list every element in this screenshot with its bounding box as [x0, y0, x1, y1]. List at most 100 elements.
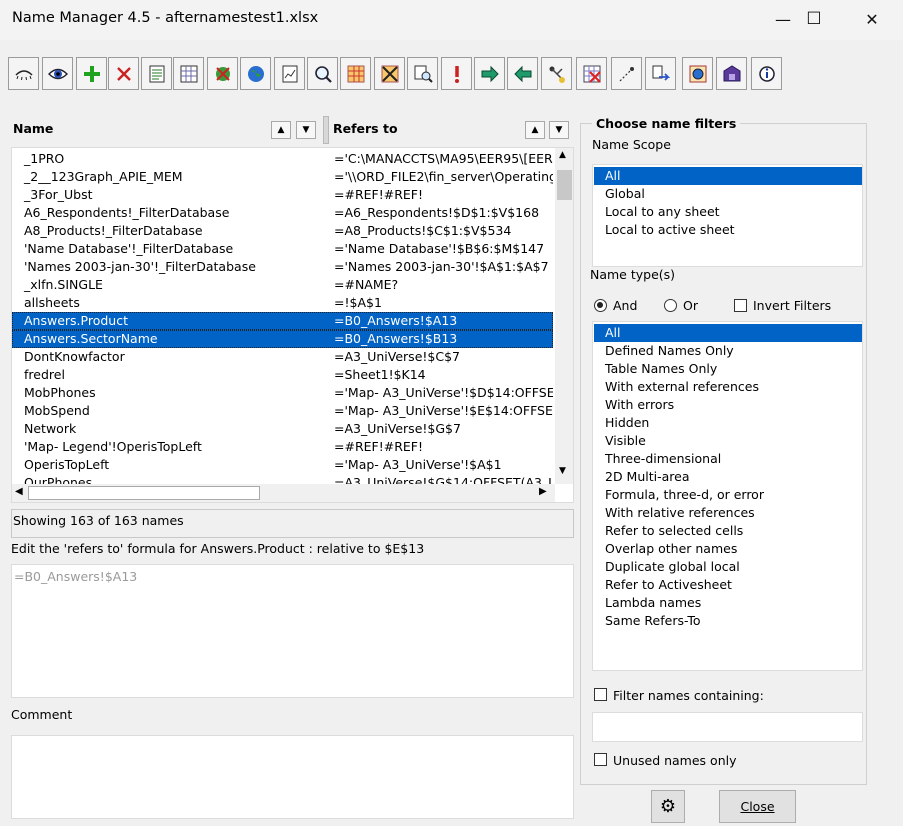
- filter-names-input[interactable]: [592, 712, 863, 742]
- scroll-right-icon[interactable]: ▶: [539, 486, 547, 497]
- add-name-button[interactable]: [76, 57, 107, 90]
- refers-cell: =B0_Answers!$A13: [334, 313, 458, 328]
- trace-button[interactable]: [541, 57, 572, 90]
- sort-refers-ascending-button[interactable]: ▲: [525, 121, 545, 139]
- list-item[interactable]: Local to active sheet: [594, 221, 862, 239]
- list-item[interactable]: Global: [594, 185, 862, 203]
- table-names-button[interactable]: [340, 57, 371, 90]
- or-radio[interactable]: [664, 299, 677, 312]
- column-splitter[interactable]: [323, 116, 329, 144]
- delete-table-button[interactable]: [374, 57, 405, 90]
- vertical-scrollbar[interactable]: ▲ ▼: [555, 148, 573, 484]
- table-row[interactable]: 'Name Database'!_FilterDatabase ='Name Da…: [12, 240, 553, 258]
- list-item[interactable]: Lambda names: [594, 594, 862, 612]
- sort-refers-descending-button[interactable]: ▼: [549, 121, 569, 139]
- show-names-button[interactable]: [42, 57, 73, 90]
- close-button[interactable]: Close: [719, 790, 796, 823]
- names-list[interactable]: _1PRO ='C:\MANACCTS\MA95\EER95\[EER95 _2__…: [12, 150, 553, 484]
- list-item[interactable]: Duplicate global local: [594, 558, 862, 576]
- previous-button[interactable]: [507, 57, 538, 90]
- table-row[interactable]: allsheets =!$A$1: [12, 294, 553, 312]
- list-names-icon: [149, 65, 164, 82]
- table-row[interactable]: 'Names 2003-jan-30'!_FilterDatabase ='Nam…: [12, 258, 553, 276]
- list-item[interactable]: Refer to selected cells: [594, 522, 862, 540]
- sheet-names-button[interactable]: [173, 57, 204, 90]
- sort-name-descending-button[interactable]: ▼: [296, 121, 316, 139]
- next-button[interactable]: [474, 57, 505, 90]
- list-item[interactable]: Local to any sheet: [594, 203, 862, 221]
- list-names-button[interactable]: [141, 57, 172, 90]
- move-names-button[interactable]: [645, 57, 676, 90]
- table-row[interactable]: _2__123Graph_APIE_MEM ='\\ORD_FILE2\fin_s…: [12, 168, 553, 186]
- unused-names-checkbox[interactable]: [594, 753, 607, 766]
- list-item[interactable]: Formula, three-d, or error: [594, 486, 862, 504]
- refers-header-label: Refers to: [333, 121, 398, 136]
- scroll-down-icon[interactable]: ▼: [559, 466, 566, 476]
- refers-column-header[interactable]: Refers to ▲ ▼: [331, 118, 574, 142]
- list-item[interactable]: Same Refers-To: [594, 612, 862, 630]
- list-item[interactable]: Table Names Only: [594, 360, 862, 378]
- table-row[interactable]: OperisTopLeft ='Map- A3_UniVerse'!$A$1: [12, 456, 553, 474]
- table-row[interactable]: MobPhones ='Map- A3_UniVerse'!$D$14:OFFSE…: [12, 384, 553, 402]
- table-row[interactable]: DontKnowfactor =A3_UniVerse!$C$7: [12, 348, 553, 366]
- list-item[interactable]: Refer to Activesheet: [594, 576, 862, 594]
- list-item[interactable]: Defined Names Only: [594, 342, 862, 360]
- info-button[interactable]: [751, 57, 782, 90]
- list-item[interactable]: With relative references: [594, 504, 862, 522]
- table-row[interactable]: 'Map- Legend'!OperisTopLeft =#REF!#REF!: [12, 438, 553, 456]
- exclamation-button[interactable]: [441, 57, 472, 90]
- globe-delete-button[interactable]: [207, 57, 238, 90]
- type-list[interactable]: All Defined Names Only Table Names Only Wit…: [592, 321, 863, 671]
- chart-names-button[interactable]: [274, 57, 305, 90]
- list-item[interactable]: All: [594, 324, 862, 342]
- maximize-button[interactable]: ☐: [785, 0, 843, 38]
- vertical-scroll-thumb[interactable]: [557, 170, 572, 200]
- scroll-left-icon[interactable]: ◀: [15, 486, 23, 497]
- table-row[interactable]: A8_Products!_FilterDatabase =A8_Products!…: [12, 222, 553, 240]
- filter-names-checkbox[interactable]: [594, 688, 607, 701]
- list-item[interactable]: With errors: [594, 396, 862, 414]
- vault-button[interactable]: [716, 57, 747, 90]
- and-radio[interactable]: [594, 299, 607, 312]
- highlight-icon: [619, 66, 634, 81]
- table-row[interactable]: Answers.Product =B0_Answers!$A13: [12, 312, 553, 330]
- list-item[interactable]: 2D Multi-area: [594, 468, 862, 486]
- list-item[interactable]: Visible: [594, 432, 862, 450]
- replace-names-button[interactable]: [407, 57, 438, 90]
- table-row[interactable]: Answers.SectorName =B0_Answers!$B13: [12, 330, 553, 348]
- delete-grid-button[interactable]: [576, 57, 607, 90]
- table-row[interactable]: _xlfn.SINGLE =#NAME?: [12, 276, 553, 294]
- close-window-button[interactable]: ✕: [843, 0, 901, 38]
- globe-button[interactable]: [240, 57, 271, 90]
- formula-editor[interactable]: =B0_Answers!$A13: [11, 564, 574, 698]
- list-item[interactable]: Overlap other names: [594, 540, 862, 558]
- highlight-button[interactable]: [611, 57, 642, 90]
- settings-button[interactable]: ⚙: [651, 790, 685, 823]
- add-name-icon: [83, 65, 100, 82]
- table-row[interactable]: Network =A3_UniVerse!$G$7: [12, 420, 553, 438]
- comment-field[interactable]: [11, 735, 574, 819]
- delete-name-button[interactable]: [108, 57, 139, 90]
- list-item[interactable]: All: [594, 167, 862, 185]
- horizontal-scrollbar[interactable]: ◀ ▶: [12, 484, 555, 502]
- list-item[interactable]: Three-dimensional: [594, 450, 862, 468]
- table-row[interactable]: A6_Respondents!_FilterDatabase =A6_Respon…: [12, 204, 553, 222]
- list-item[interactable]: With external references: [594, 378, 862, 396]
- table-row[interactable]: _3For_Ubst =#REF!#REF!: [12, 186, 553, 204]
- table-row[interactable]: _1PRO ='C:\MANACCTS\MA95\EER95\[EER95: [12, 150, 553, 168]
- sort-name-ascending-button[interactable]: ▲: [271, 121, 291, 139]
- list-item[interactable]: Hidden: [594, 414, 862, 432]
- refers-cell: ='Name Database'!$B$6:$M$147: [334, 241, 545, 256]
- horizontal-scroll-thumb[interactable]: [28, 486, 260, 500]
- invert-filters-checkbox[interactable]: [734, 299, 747, 312]
- settings-tool-button[interactable]: [682, 57, 713, 90]
- or-label: Or: [683, 298, 698, 313]
- scroll-up-icon[interactable]: ▲: [559, 150, 566, 160]
- table-row[interactable]: OurPhones =A3_UniVerse!$G$14:OFFSET(A3_Un: [12, 474, 553, 484]
- scope-list[interactable]: All Global Local to any sheet Local to acti…: [592, 164, 863, 267]
- table-row[interactable]: MobSpend ='Map- A3_UniVerse'!$E$14:OFFSET…: [12, 402, 553, 420]
- table-row[interactable]: fredrel =Sheet1!$K14: [12, 366, 553, 384]
- find-names-button[interactable]: [307, 57, 338, 90]
- name-column-header[interactable]: Name ▲ ▼: [11, 118, 321, 142]
- hide-names-button[interactable]: [8, 57, 39, 90]
